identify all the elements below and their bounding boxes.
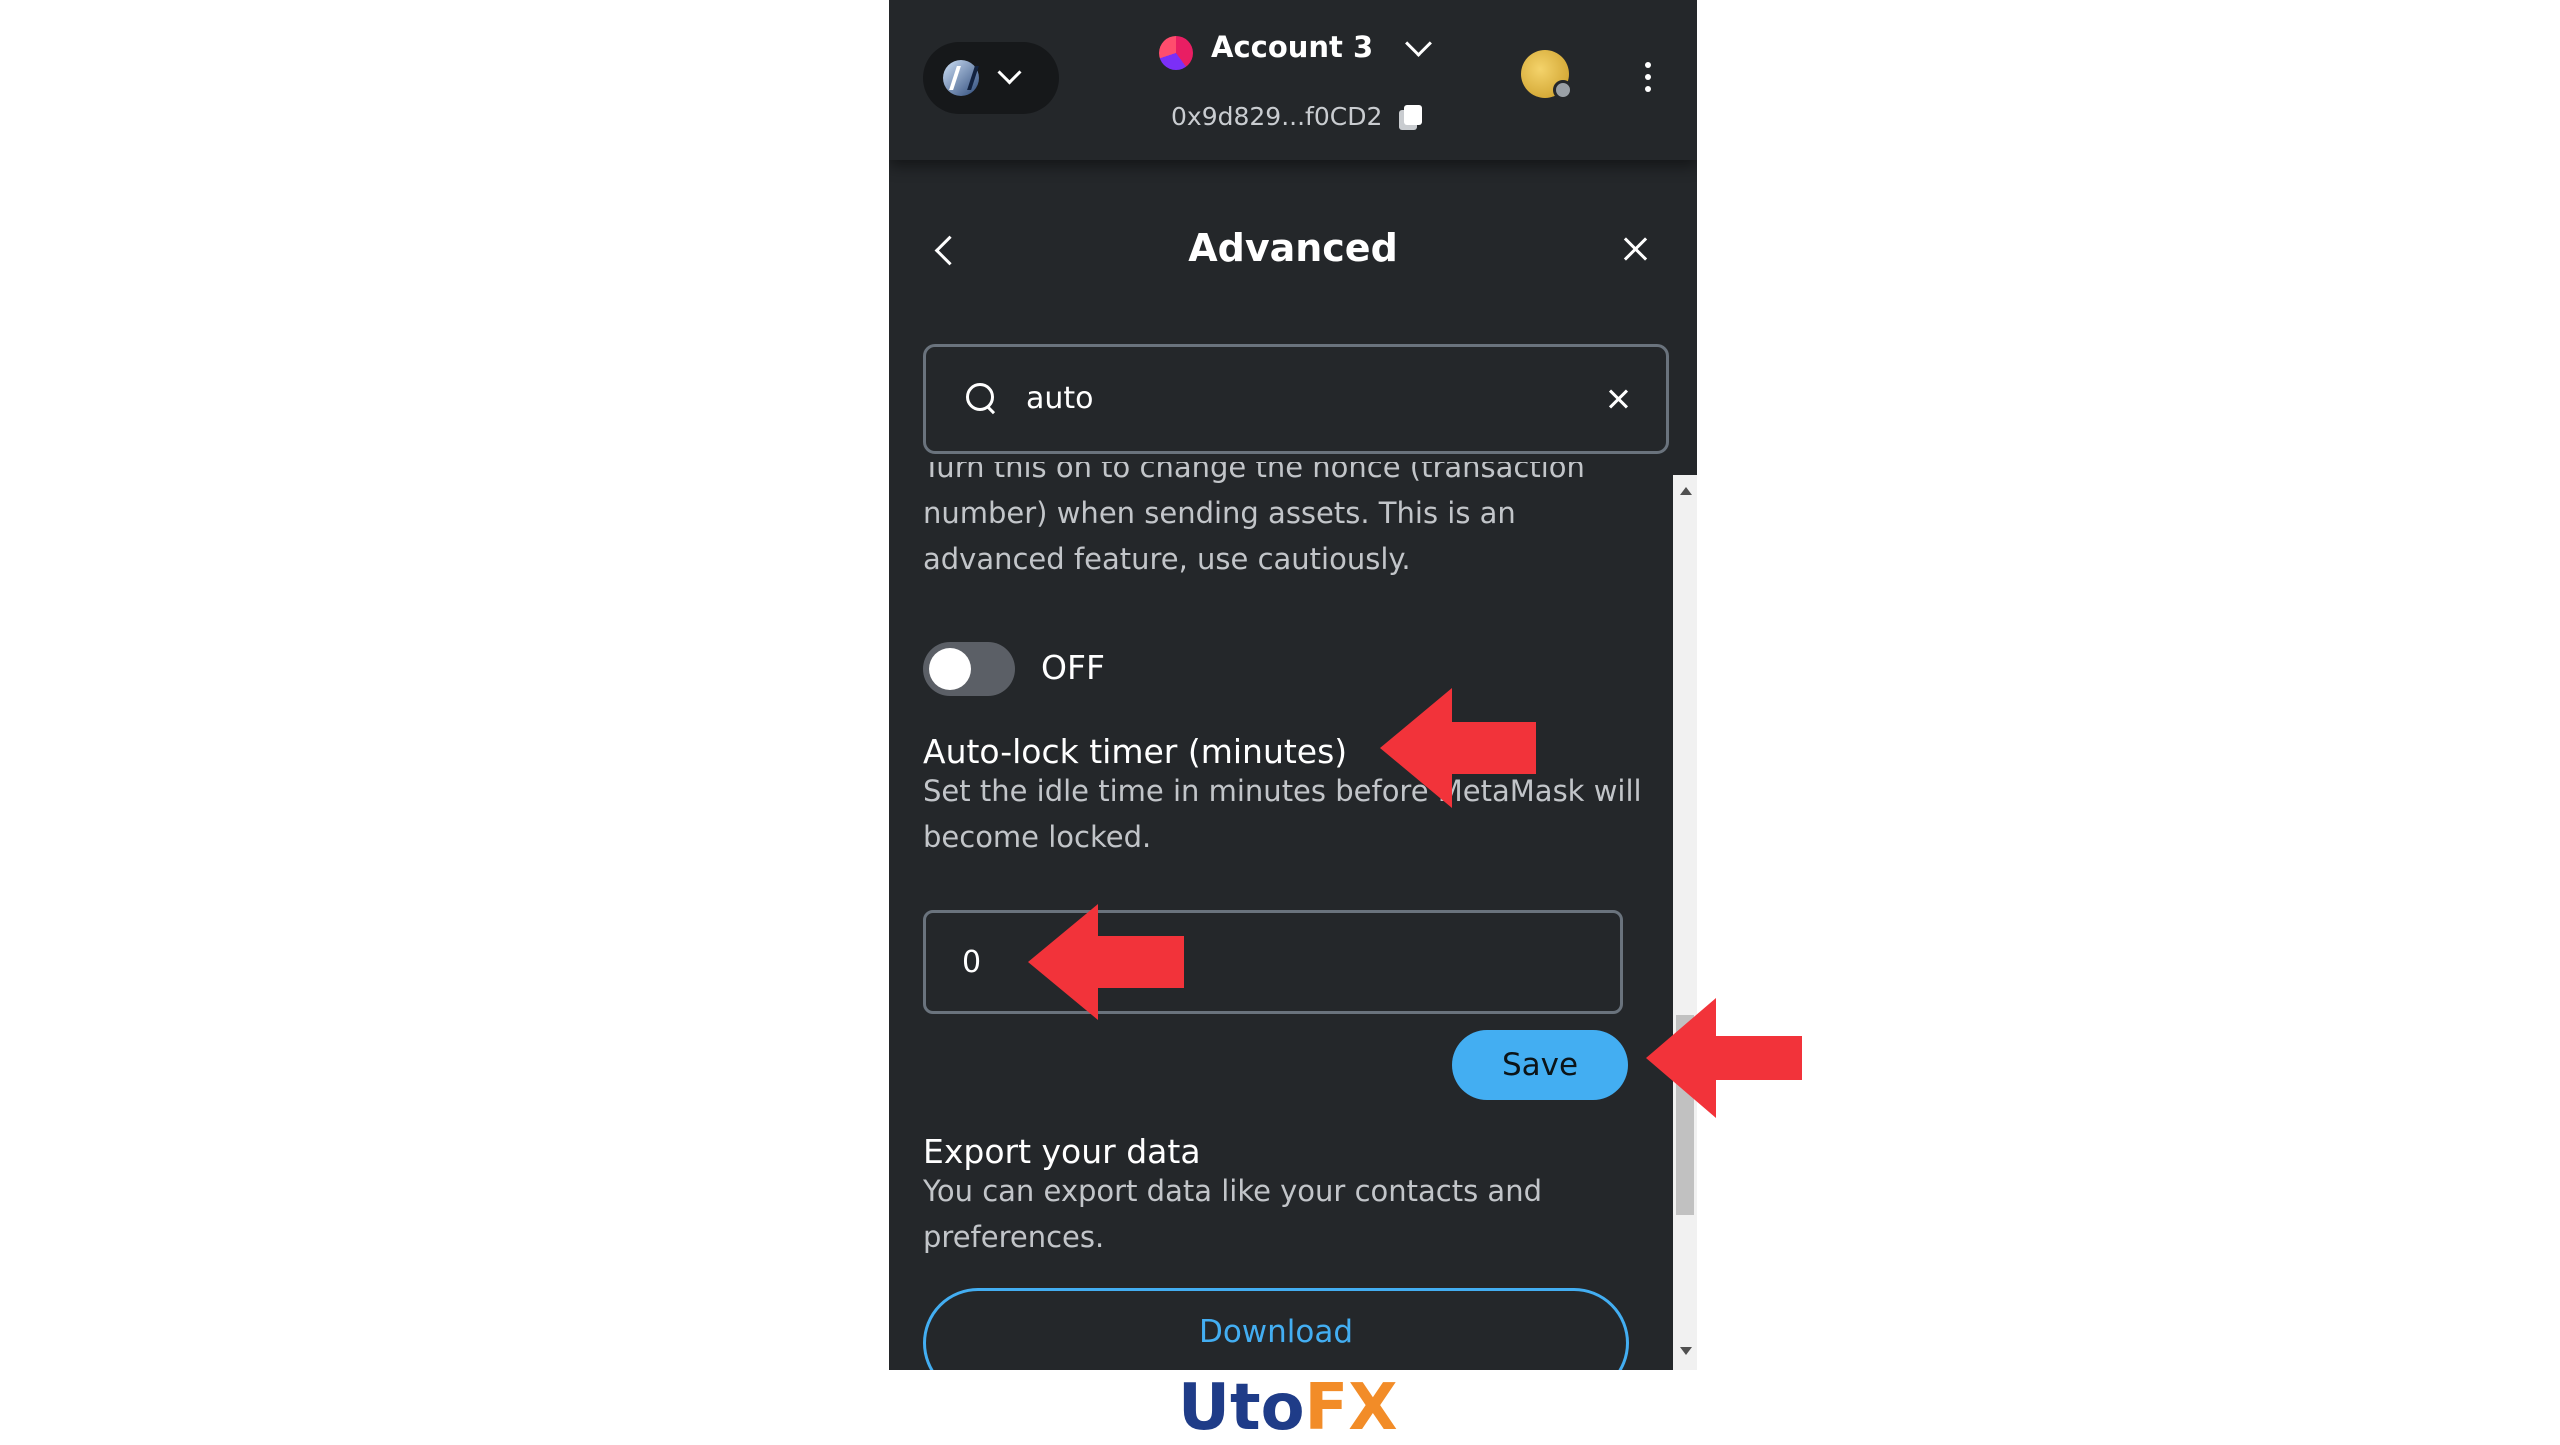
network-logo-icon (943, 60, 979, 96)
export-description: You can export data like your contacts a… (923, 1174, 1542, 1254)
nonce-description: Turn this on to change the nonce (transa… (923, 462, 1585, 576)
save-button[interactable]: Save (1452, 1030, 1628, 1100)
metamask-window: Account 3 0x9d829...f0CD2 Advanced Turn … (889, 0, 1697, 1370)
copy-icon[interactable] (1393, 102, 1423, 132)
annotation-arrow-icon (1380, 688, 1536, 808)
logo-text-accent: FX (1304, 1371, 1398, 1445)
profile-avatar[interactable] (1521, 50, 1573, 100)
account-avatar-icon (1159, 36, 1193, 70)
app-header: Account 3 0x9d829...f0CD2 (889, 0, 1697, 160)
page-title: Advanced (1188, 226, 1398, 270)
autolock-heading: Auto-lock timer (minutes) (923, 732, 1348, 771)
account-name-button[interactable]: Account 3 (1211, 30, 1373, 64)
download-button[interactable]: Download (923, 1288, 1629, 1370)
search-input[interactable] (1024, 375, 1588, 421)
settings-search (923, 344, 1669, 454)
kebab-menu-icon[interactable] (1645, 62, 1653, 92)
export-heading: Export your data (923, 1132, 1201, 1171)
scroll-down-icon[interactable] (1680, 1347, 1692, 1355)
annotation-arrow-icon (1028, 904, 1184, 1020)
scroll-up-icon[interactable] (1680, 487, 1692, 495)
scrollbar[interactable] (1673, 475, 1697, 1370)
utofx-logo: UtoFX (1178, 1376, 1398, 1440)
network-picker-button[interactable] (923, 42, 1059, 114)
toggle-state-label: OFF (1041, 648, 1105, 687)
search-icon (966, 383, 994, 411)
nonce-toggle[interactable] (923, 642, 1015, 696)
clear-search-icon[interactable] (1606, 387, 1630, 411)
chevron-down-icon (997, 60, 1022, 85)
account-address: 0x9d829...f0CD2 (1171, 102, 1383, 131)
logo-text-main: Uto (1178, 1371, 1305, 1445)
close-icon[interactable] (1621, 234, 1651, 264)
settings-list[interactable]: Turn this on to change the nonce (transa… (889, 462, 1673, 1370)
annotation-arrow-icon (1646, 998, 1802, 1118)
chevron-down-icon[interactable] (1405, 30, 1432, 57)
